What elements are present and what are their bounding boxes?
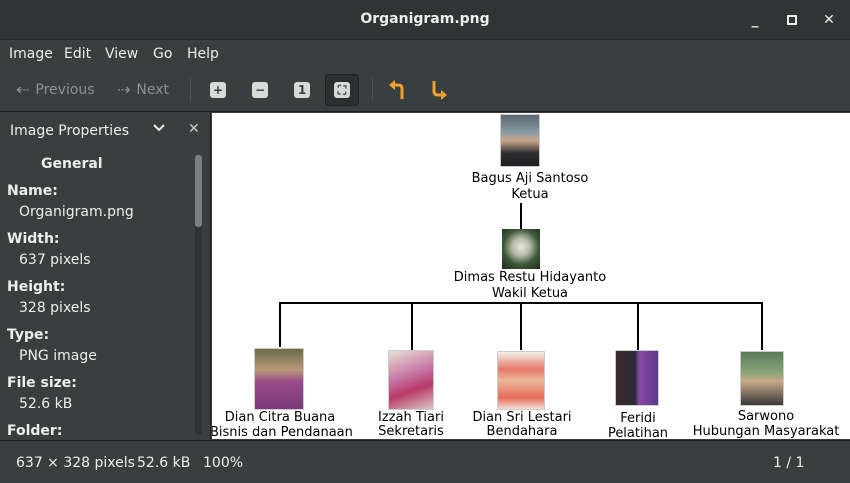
photo-dian-citra [254,348,304,410]
image-viewer[interactable]: Bagus Aji Santoso Ketua Dimas Restu Hida… [212,113,850,439]
prop-filesize-value: 52.6 kB [19,396,73,412]
best-fit-button[interactable]: ⛶ [325,74,359,106]
member-role: Bisnis dan Pendanaan [212,425,353,439]
connector-line [520,302,522,350]
status-filesize: 52.6 kB [137,455,191,471]
status-dimensions: 637 × 328 pixels [16,455,135,471]
rotate-left-icon [389,80,404,99]
member-role: Hubungan Masyarakat [692,424,840,439]
next-button[interactable]: ⇢ Next [117,80,169,99]
rotate-right-icon [432,81,447,100]
member-name: Dian Sri Lestari [472,410,572,425]
photo-feridi [615,350,659,406]
photo-dian-sri [497,351,545,410]
prop-height-value: 328 pixels [19,300,91,316]
prop-filesize-label: File size: [7,375,77,391]
member-role: Bendahara [486,424,558,439]
chevron-down-icon[interactable] [153,122,165,137]
member-role: Pelatihan [607,426,669,439]
status-page: 1 / 1 [773,455,805,471]
zoom-out-button[interactable]: − [243,74,277,106]
connector-line [411,302,413,350]
menu-image[interactable]: Image [9,46,53,62]
top-role: Ketua [511,187,549,202]
sidebar-scroll-thumb[interactable] [195,155,202,227]
photo-bagus [500,114,540,167]
member-name: Izzah Tiari [378,410,444,425]
connector-line [279,302,281,347]
prop-width-value: 637 pixels [19,252,91,268]
member-name: Dian Citra Buana [224,410,336,425]
previous-arrow-icon: ⇠ [16,80,30,99]
status-bar: 637 × 328 pixels 52.6 kB 100% 1 / 1 [0,440,850,483]
rotate-right-button[interactable] [422,74,456,106]
prop-width-label: Width: [7,231,60,247]
member-name: Sarwono [737,409,795,424]
prop-name-label: Name: [7,183,58,199]
window-title: Organigram.png [360,11,490,27]
prop-type-value: PNG image [19,348,97,364]
photo-izzah [388,350,434,410]
photo-sarwono [740,351,784,406]
status-zoom: 100% [203,455,244,471]
second-role: Wakil Ketua [491,286,569,301]
close-sidebar-icon[interactable]: ✕ [188,121,200,137]
top-name: Bagus Aji Santoso [471,171,589,186]
next-arrow-icon: ⇢ [117,80,131,99]
menu-bar: Image Edit View Go Help [0,40,850,68]
previous-label: Previous [35,81,95,98]
close-window-icon[interactable]: ✕ [819,10,839,30]
best-fit-icon: ⛶ [334,82,350,98]
properties-sidebar: Image Properties ✕ General Name: Organig… [0,113,211,439]
section-general: General [41,156,103,172]
maximize-icon[interactable] [782,10,802,30]
member-name: Feridi [620,411,656,426]
toolbar-separator [372,78,373,102]
zoom-out-icon: − [252,82,268,98]
menu-edit[interactable]: Edit [64,46,91,62]
toolbar-separator [190,78,191,102]
normal-size-icon: 1 [294,82,310,98]
prop-folder-label: Folder: [7,423,63,437]
title-bar: Organigram.png _ ✕ [0,0,850,40]
normal-size-button[interactable]: 1 [285,74,319,106]
previous-button[interactable]: ⇠ Previous [16,80,95,99]
connector-line [520,203,522,229]
prop-type-label: Type: [7,327,50,343]
menu-view[interactable]: View [105,46,138,62]
minimize-icon[interactable]: _ [745,10,765,30]
connector-line [761,302,763,350]
menu-help[interactable]: Help [187,46,219,62]
toolbar: ⇠ Previous ⇢ Next + − 1 ⛶ [0,68,850,112]
zoom-in-icon: + [210,82,226,98]
rotate-left-button[interactable] [380,74,414,106]
prop-height-label: Height: [7,279,66,295]
second-name: Dimas Restu Hidayanto [453,270,607,285]
prop-name-value: Organigram.png [19,204,134,220]
member-role: Sekretaris [378,424,444,439]
menu-go[interactable]: Go [153,46,172,62]
connector-line [637,302,639,350]
next-label: Next [136,81,170,98]
photo-dimas [502,229,540,269]
zoom-in-button[interactable]: + [201,74,235,106]
sidebar-title[interactable]: Image Properties [10,123,129,139]
